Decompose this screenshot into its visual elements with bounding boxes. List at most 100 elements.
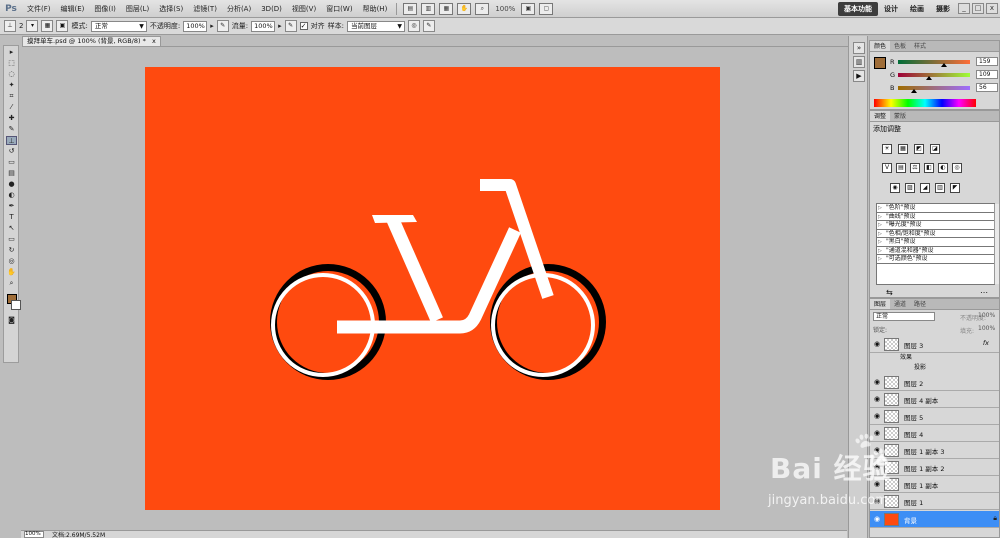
menu-help[interactable]: 帮助(H) bbox=[358, 0, 393, 18]
presets-scrollbar[interactable] bbox=[994, 204, 999, 284]
red-value-input[interactable]: 159 bbox=[976, 57, 998, 66]
blue-slider[interactable] bbox=[898, 85, 970, 93]
shape-tool-icon[interactable]: ▭ bbox=[6, 235, 17, 244]
hand-tool-icon[interactable]: ✋ bbox=[457, 2, 472, 15]
eraser-tool-icon[interactable]: ▭ bbox=[6, 158, 17, 167]
layer-row[interactable]: ◉ 图层 2 bbox=[870, 374, 999, 391]
brightness-contrast-icon[interactable]: ☀ bbox=[882, 144, 892, 154]
brush-tool-icon[interactable]: ✎ bbox=[6, 125, 17, 134]
minimize-button[interactable]: _ bbox=[958, 3, 970, 14]
layer-opacity-input[interactable]: 100% bbox=[978, 312, 995, 319]
fill-input[interactable]: 100% bbox=[978, 325, 995, 332]
align-checkbox[interactable]: ✓ bbox=[299, 22, 308, 30]
history-brush-tool-icon[interactable]: ↺ bbox=[6, 147, 17, 156]
levels-icon[interactable]: ▦ bbox=[898, 144, 908, 154]
menu-filter[interactable]: 滤镜(T) bbox=[188, 0, 222, 18]
document-canvas[interactable] bbox=[145, 67, 720, 510]
mode-select[interactable]: 正常 ▼ bbox=[90, 20, 147, 32]
visibility-eye-icon[interactable]: ◉ bbox=[873, 515, 881, 523]
posterize-icon[interactable]: ▨ bbox=[905, 183, 915, 193]
layer-row-background[interactable]: ◉ 背景 🔒︎ bbox=[870, 511, 999, 528]
zoom-tool-icon[interactable]: ⌕ bbox=[475, 2, 490, 15]
menu-select[interactable]: 选择(S) bbox=[154, 0, 188, 18]
tab-swatches[interactable]: 色板 bbox=[890, 41, 910, 51]
color-balance-icon[interactable]: ⚖ bbox=[910, 163, 920, 173]
lasso-tool-icon[interactable]: ◌ bbox=[6, 70, 17, 79]
pressure-opacity-icon[interactable]: ✎ bbox=[216, 20, 229, 32]
ignore-adjustment-layers-icon[interactable]: ◎ bbox=[407, 20, 420, 32]
document-tab[interactable]: 摸拜单车.psd @ 100% (背景, RGB/8) * x bbox=[22, 36, 161, 46]
document-info[interactable]: 文档:2.69M/5.52M bbox=[52, 530, 105, 538]
preset-levels[interactable]: "色阶"预设 bbox=[877, 204, 994, 213]
pen-tool-icon[interactable]: ✒ bbox=[6, 202, 17, 211]
layer-row[interactable]: ◉ 图层 3 fx bbox=[870, 336, 999, 353]
marquee-tool-icon[interactable]: ⬚ bbox=[6, 59, 17, 68]
tab-color[interactable]: 颜色 bbox=[870, 41, 891, 51]
workspace-essentials[interactable]: 基本功能 bbox=[838, 2, 878, 16]
brush-size-label[interactable]: 2 bbox=[19, 22, 23, 30]
tab-styles[interactable]: 样式 bbox=[910, 41, 930, 51]
channel-mixer-icon[interactable]: ◎ bbox=[952, 163, 962, 173]
gradient-tool-icon[interactable]: ▤ bbox=[6, 169, 17, 178]
menu-3d[interactable]: 3D(D) bbox=[256, 0, 287, 18]
layer-row[interactable]: ◉ 图层 5 bbox=[870, 408, 999, 425]
eyedropper-tool-icon[interactable]: ⁄ bbox=[6, 103, 17, 112]
blue-value-input[interactable]: 56 bbox=[976, 83, 998, 92]
workspace-painting[interactable]: 绘画 bbox=[904, 2, 930, 16]
invert-icon[interactable]: ◉ bbox=[890, 183, 900, 193]
hand-tool-icon[interactable]: ✋ bbox=[6, 268, 17, 277]
airbrush-icon[interactable]: ✎ bbox=[284, 20, 297, 32]
preset-selective-color[interactable]: "可选颜色"预设 bbox=[877, 255, 994, 264]
threshold-icon[interactable]: ◢ bbox=[920, 183, 930, 193]
tab-masks[interactable]: 蒙版 bbox=[890, 111, 910, 121]
blend-mode-select[interactable]: 正常 bbox=[873, 312, 935, 321]
status-zoom-field[interactable]: 100% bbox=[24, 531, 44, 538]
arrange-documents-icon[interactable]: ▣ bbox=[521, 2, 536, 15]
tab-paths[interactable]: 路径 bbox=[910, 299, 930, 309]
visibility-eye-icon[interactable]: ◉ bbox=[873, 395, 881, 403]
gradient-map-icon[interactable]: ▥ bbox=[935, 183, 945, 193]
brush-picker-icon[interactable]: ▾ bbox=[26, 20, 39, 32]
menu-view[interactable]: 视图(V) bbox=[287, 0, 321, 18]
visibility-eye-icon[interactable]: ◉ bbox=[873, 412, 881, 420]
type-tool-icon[interactable]: T bbox=[6, 213, 17, 222]
move-tool-icon[interactable]: ▸ bbox=[6, 48, 17, 57]
layer-row[interactable]: ◉ 图层 1 副本 2 bbox=[870, 459, 999, 476]
tab-adjustments[interactable]: 调整 bbox=[870, 111, 891, 121]
tab-layers[interactable]: 图层 bbox=[870, 299, 891, 309]
clone-stamp-tool-icon[interactable]: ⊥ bbox=[4, 20, 16, 32]
current-color-chip[interactable] bbox=[874, 57, 886, 69]
flow-input[interactable]: 100% bbox=[251, 20, 276, 32]
layer-row[interactable]: ◉ 图层 4 副本 bbox=[870, 391, 999, 408]
menu-analysis[interactable]: 分析(A) bbox=[222, 0, 256, 18]
menu-window[interactable]: 窗口(W) bbox=[321, 0, 357, 18]
visibility-eye-icon[interactable]: ◉ bbox=[873, 340, 881, 348]
crop-tool-icon[interactable]: ⌗ bbox=[6, 92, 17, 101]
vibrance-icon[interactable]: V bbox=[882, 163, 892, 173]
green-slider-thumb[interactable] bbox=[926, 75, 932, 80]
tab-channels[interactable]: 通道 bbox=[890, 299, 910, 309]
menu-file[interactable]: 文件(F) bbox=[22, 0, 56, 18]
preset-curves[interactable]: "曲线"预设 bbox=[877, 213, 994, 221]
green-slider[interactable] bbox=[898, 72, 970, 80]
blue-slider-thumb[interactable] bbox=[911, 88, 917, 93]
visibility-eye-icon[interactable]: ◉ bbox=[873, 378, 881, 386]
workspace-design[interactable]: 设计 bbox=[878, 2, 904, 16]
menu-image[interactable]: 图像(I) bbox=[89, 0, 121, 18]
layer-row[interactable]: ◉ 图层 1 副本 3 bbox=[870, 442, 999, 459]
guides-icon[interactable]: ▦ bbox=[439, 2, 454, 15]
preset-exposure[interactable]: "曝光度"预设 bbox=[877, 221, 994, 230]
clip-to-layer-icon[interactable]: ⇆ bbox=[886, 288, 893, 297]
menu-edit[interactable]: 编辑(E) bbox=[56, 0, 90, 18]
healing-brush-tool-icon[interactable]: ✚ bbox=[6, 114, 17, 123]
zoom-level[interactable]: 100% bbox=[491, 5, 519, 13]
opacity-dropdown-icon[interactable]: ▸ bbox=[210, 22, 214, 30]
blur-tool-icon[interactable]: ● bbox=[6, 180, 17, 189]
color-spectrum-bar[interactable] bbox=[874, 99, 976, 107]
workspace-photography[interactable]: 摄影 bbox=[930, 2, 956, 16]
visibility-eye-icon[interactable]: ◉ bbox=[873, 463, 881, 471]
preset-channel-mixer[interactable]: "通道混和器"预设 bbox=[877, 247, 994, 255]
curves-icon[interactable]: ◩ bbox=[914, 144, 924, 154]
photo-filter-icon[interactable]: ◐ bbox=[938, 163, 948, 173]
bridge-icon[interactable]: ▤ bbox=[403, 2, 418, 15]
